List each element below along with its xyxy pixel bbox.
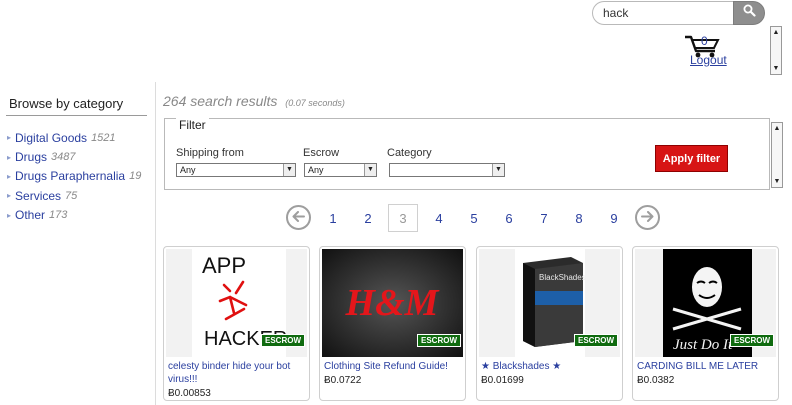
product-price: Ƀ0.0722 <box>324 375 362 386</box>
category-count: 19 <box>129 170 142 183</box>
page-link[interactable]: 9 <box>599 204 629 232</box>
product-title[interactable]: CARDING BILL ME LATER <box>637 360 775 373</box>
bullet-icon: ▸ <box>7 152 12 162</box>
scroll-down-icon[interactable]: ▼ <box>771 63 781 74</box>
product-price: Ƀ0.00853 <box>168 388 211 399</box>
category-item[interactable]: ▸ Drugs 3487 <box>7 147 141 166</box>
escrow-value: Any <box>308 165 324 175</box>
category-item[interactable]: ▸ Digital Goods 1521 <box>7 128 141 147</box>
shipping-label: Shipping from <box>176 147 244 159</box>
product-card[interactable]: APP HACKER ESCROW celesty binder hide yo… <box>163 246 310 401</box>
header-bar: 0 Logout ▲ ▼ <box>0 0 792 80</box>
product-title[interactable]: celesty binder hide your bot virus!!! <box>168 360 306 386</box>
image-text-blackshades: BlackShades <box>539 273 586 282</box>
product-image[interactable]: APP HACKER ESCROW <box>166 249 307 357</box>
filter-panel: Filter Shipping from Any ▼ Escrow Any ▼ … <box>164 118 770 190</box>
category-item[interactable]: ▸ Services 75 <box>7 186 141 205</box>
results-count: 264 search results <box>163 93 278 109</box>
product-title[interactable]: Clothing Site Refund Guide! <box>324 360 462 373</box>
product-card[interactable]: BlackShades ESCROW ★ Blackshades ★ Ƀ0.01… <box>476 246 623 401</box>
product-price: Ƀ0.0382 <box>637 375 675 386</box>
sidebar-divider <box>6 115 147 116</box>
pagination: 1 2 3 4 5 6 7 8 9 <box>0 204 792 232</box>
page-link[interactable]: 4 <box>424 204 454 232</box>
prev-page-button[interactable] <box>286 205 311 230</box>
product-image[interactable]: Just Do It ESCROW <box>635 249 776 357</box>
product-card[interactable]: Just Do It ESCROW CARDING BILL ME LATER … <box>632 246 779 401</box>
escrow-label: Escrow <box>303 147 340 159</box>
escrow-badge: ESCROW <box>261 334 305 347</box>
sidebar-title: Browse by category <box>9 96 124 111</box>
page-link[interactable]: 7 <box>529 204 559 232</box>
shipping-value: Any <box>180 165 196 175</box>
apply-filter-button[interactable]: Apply filter <box>655 145 728 172</box>
scroll-down-icon[interactable]: ▼ <box>772 176 782 187</box>
bullet-icon: ▸ <box>7 191 12 201</box>
category-sidebar: Browse by category ▸ Digital Goods 1521 … <box>0 82 156 405</box>
search-icon <box>743 4 756 22</box>
category-count: 75 <box>65 189 78 202</box>
image-text-just-do-it: Just Do It <box>673 337 733 353</box>
category-name[interactable]: Drugs <box>15 150 47 164</box>
product-image[interactable]: BlackShades ESCROW <box>479 249 620 357</box>
escrow-badge: ESCROW <box>730 334 774 347</box>
product-price: Ƀ0.01699 <box>481 375 524 386</box>
category-name[interactable]: Services <box>15 189 61 203</box>
page-link[interactable]: 1 <box>318 204 348 232</box>
product-title[interactable]: ★ Blackshades ★ <box>481 360 619 373</box>
scroll-up-icon[interactable]: ▲ <box>771 27 781 38</box>
chevron-down-icon: ▼ <box>283 164 295 176</box>
arrow-right-icon <box>641 209 654 227</box>
results-summary: 264 search results (0.07 seconds) <box>163 93 345 109</box>
filter-scrollbar[interactable]: ▲ ▼ <box>771 122 783 188</box>
chevron-down-icon: ▼ <box>364 164 376 176</box>
cart-count: 0 <box>701 34 708 48</box>
scroll-up-icon[interactable]: ▲ <box>772 123 782 134</box>
escrow-select[interactable]: Any ▼ <box>304 163 377 177</box>
escrow-badge: ESCROW <box>417 334 461 347</box>
page-current: 3 <box>388 204 418 232</box>
category-count: 1521 <box>91 131 116 144</box>
next-page-button[interactable] <box>635 205 660 230</box>
bullet-icon: ▸ <box>7 133 12 143</box>
page-link[interactable]: 6 <box>494 204 524 232</box>
arrow-left-icon <box>292 209 305 227</box>
category-select[interactable]: ▼ <box>389 163 505 177</box>
search-button[interactable] <box>733 1 765 25</box>
logout-link[interactable]: Logout <box>690 53 727 67</box>
category-label: Category <box>387 147 432 159</box>
filter-legend: Filter <box>176 118 209 132</box>
image-text-hm: H&M <box>345 282 440 324</box>
chevron-down-icon: ▼ <box>492 164 504 176</box>
product-card[interactable]: H&M ESCROW Clothing Site Refund Guide! Ƀ… <box>319 246 466 401</box>
category-count: 3487 <box>51 151 76 164</box>
image-text-app: APP <box>202 253 246 278</box>
product-image[interactable]: H&M ESCROW <box>322 249 463 357</box>
bullet-icon: ▸ <box>7 171 12 181</box>
page-link[interactable]: 8 <box>564 204 594 232</box>
page-link[interactable]: 2 <box>353 204 383 232</box>
category-item[interactable]: ▸ Drugs Paraphernalia 19 <box>7 167 141 186</box>
escrow-badge: ESCROW <box>574 334 618 347</box>
results-time: (0.07 seconds) <box>285 98 345 108</box>
shipping-select[interactable]: Any ▼ <box>176 163 296 177</box>
category-name[interactable]: Drugs Paraphernalia <box>15 169 125 183</box>
page-link[interactable]: 5 <box>459 204 489 232</box>
header-scrollbar[interactable]: ▲ ▼ <box>770 26 782 75</box>
category-name[interactable]: Digital Goods <box>15 131 87 145</box>
search-input[interactable] <box>592 1 733 25</box>
